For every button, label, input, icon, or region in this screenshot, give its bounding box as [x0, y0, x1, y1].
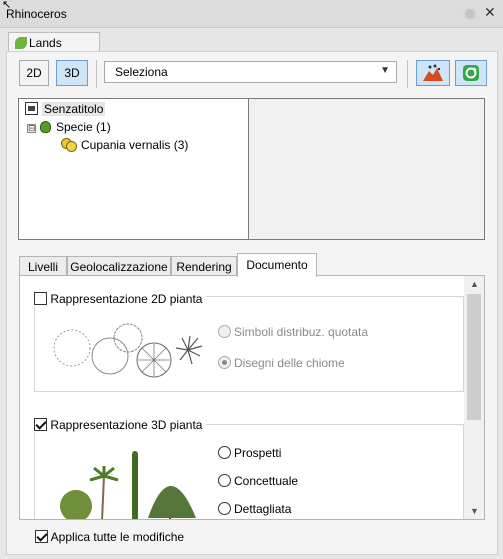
plant-symbols-2d-image: [53, 323, 203, 378]
tree-root[interactable]: Senzatitolo: [25, 102, 106, 116]
selection-dropdown-value: Seleziona: [115, 65, 168, 79]
radio-disegni[interactable]: [218, 356, 231, 369]
plant-models-3d-image: [60, 451, 196, 519]
panel-tab-lands-design[interactable]: Lands Design: [8, 32, 100, 64]
apply-all-checkbox[interactable]: [35, 530, 48, 543]
option-simboli[interactable]: Simboli distribuz. quotata: [218, 325, 368, 339]
window-title: Rhinoceros: [6, 7, 67, 21]
option-prospetti[interactable]: Prospetti: [218, 446, 281, 460]
species-icon: [61, 138, 77, 152]
scroll-down-icon[interactable]: ▼: [470, 506, 479, 516]
option-concettuale-label: Concettuale: [234, 474, 299, 488]
refresh-button[interactable]: [455, 60, 487, 86]
rep2d-checkbox[interactable]: [34, 292, 47, 305]
2d-button[interactable]: 2D: [19, 60, 49, 86]
radio-simboli[interactable]: [218, 325, 231, 338]
settings-icon[interactable]: [463, 7, 477, 21]
rep2d-label: Rappresentazione 2D pianta: [50, 292, 203, 306]
scroll-up-icon[interactable]: ▲: [470, 279, 479, 289]
rep3d-checkbox-row[interactable]: Rappresentazione 3D pianta: [34, 418, 207, 432]
terrain-button[interactable]: [416, 60, 450, 86]
radio-concettuale[interactable]: [218, 474, 231, 487]
title-bar: ↖ Rhinoceros ✕: [0, 0, 503, 28]
3d-button[interactable]: 3D: [56, 60, 88, 86]
document-tree[interactable]: Senzatitolo ⊟ Specie (1) Cupania vernalis…: [18, 98, 249, 240]
selection-dropdown[interactable]: Seleziona ▼: [104, 61, 397, 83]
refresh-icon: [463, 65, 479, 81]
content-scrollbar[interactable]: ▲ ▼: [464, 276, 484, 519]
terrain-icon: [423, 64, 443, 81]
radio-dettagliata[interactable]: [218, 502, 231, 515]
option-dettagliata[interactable]: Dettagliata: [218, 502, 291, 516]
lands-design-icon: [15, 37, 27, 49]
tree-item-cupania[interactable]: Cupania vernalis (3): [61, 138, 188, 152]
option-disegni-label: Disegni delle chiome: [234, 356, 345, 370]
radio-prospetti[interactable]: [218, 446, 231, 459]
document-icon: [25, 102, 38, 115]
toolbar-separator: [96, 60, 97, 88]
tree-group-label: Specie (1): [56, 120, 111, 134]
option-prospetti-label: Prospetti: [234, 446, 282, 460]
preview-pane: [248, 98, 485, 240]
collapse-icon[interactable]: ⊟: [27, 124, 36, 133]
tab-rendering[interactable]: Rendering: [171, 256, 237, 277]
option-simboli-label: Simboli distribuz. quotata: [234, 325, 369, 339]
tab-geolocalizzazione[interactable]: Geolocalizzazione: [67, 256, 171, 277]
tab-documento[interactable]: Documento: [237, 253, 317, 277]
rep3d-checkbox[interactable]: [34, 418, 47, 431]
toolbar-separator: [407, 60, 408, 88]
option-concettuale[interactable]: Concettuale: [218, 474, 298, 488]
option-dettagliata-label: Dettagliata: [234, 502, 292, 516]
close-icon[interactable]: ✕: [484, 5, 496, 19]
tree-item-label: Cupania vernalis (3): [81, 138, 189, 152]
chevron-down-icon: ▼: [380, 65, 390, 76]
rep3d-label: Rappresentazione 3D pianta: [50, 418, 203, 432]
scrollbar-thumb[interactable]: [467, 294, 481, 420]
tree-root-label: Senzatitolo: [42, 102, 106, 116]
option-disegni[interactable]: Disegni delle chiome: [218, 356, 345, 370]
rep2d-checkbox-row[interactable]: Rappresentazione 2D pianta: [34, 292, 207, 306]
documento-panel: Rappresentazione 2D pianta Simboli distr…: [19, 275, 485, 520]
apply-all-row[interactable]: Applica tutte le modifiche: [35, 530, 184, 544]
apply-all-label: Applica tutte le modifiche: [50, 530, 185, 544]
tree-icon: [40, 121, 51, 133]
tab-livelli[interactable]: Livelli: [19, 256, 67, 277]
tree-group-specie[interactable]: ⊟ Specie (1): [27, 120, 111, 134]
